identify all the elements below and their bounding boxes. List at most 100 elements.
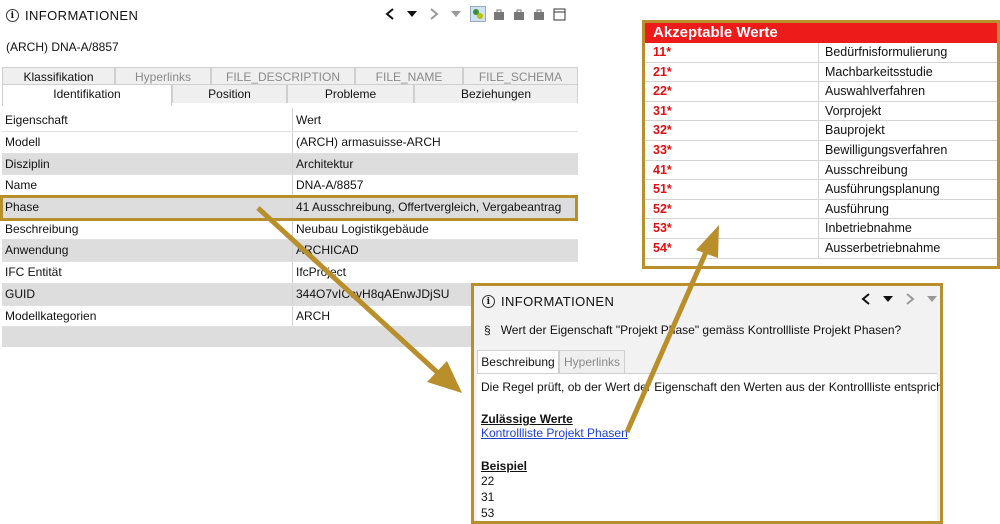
phase-code: 11* <box>645 43 819 62</box>
property-value: (ARCH) armasuisse-ARCH <box>296 135 441 149</box>
tab-row-primary: Identifikation Position Probleme Beziehu… <box>2 84 578 106</box>
checklist-link[interactable]: Kontrollliste Projekt Phasen <box>481 426 628 440</box>
property-value: Architektur <box>296 156 354 171</box>
list-item: 33* Bewilligungsverfahren <box>645 140 997 161</box>
popup-navigation <box>859 292 939 306</box>
back-arrow-icon[interactable] <box>383 7 397 21</box>
phase-code: 54* <box>645 238 819 258</box>
phase-name: Ausführung <box>825 201 889 216</box>
forward-arrow-icon[interactable] <box>903 292 917 306</box>
tab-beziehungen[interactable]: Beziehungen <box>414 84 578 103</box>
allowed-values-heading: Zulässige Werte <box>481 412 573 426</box>
info-icon: i <box>6 9 19 22</box>
tab-probleme[interactable]: Probleme <box>287 84 414 103</box>
example-value: 53 <box>481 506 495 520</box>
rule-question: § Wert der Eigenschaft "Projekt Phase" g… <box>484 323 901 337</box>
tab-beschreibung[interactable]: Beschreibung <box>477 350 559 373</box>
phase-code: 21* <box>645 62 819 82</box>
panel-header: i INFORMATIONEN <box>6 8 138 23</box>
property-name: Modellkategorien <box>2 305 293 327</box>
property-name: IFC Entität <box>2 262 293 283</box>
phase-highlight-frame <box>0 195 578 221</box>
accepted-values-table: Akzeptable Werte 11* Bedürfnisformulierun… <box>642 20 1000 269</box>
history-dropdown-icon[interactable] <box>405 7 419 21</box>
example-value: 22 <box>481 474 495 488</box>
example-value: 31 <box>481 490 495 504</box>
phase-code: 52* <box>645 199 819 219</box>
rule-question-text: Wert der Eigenschaft "Projekt Phase" gem… <box>500 323 902 337</box>
popup-tabs: Beschreibung Hyperlinks <box>477 350 625 373</box>
tab-position[interactable]: Position <box>172 84 287 103</box>
info-icon: i <box>482 295 495 308</box>
phase-name: Vorprojekt <box>825 103 882 118</box>
phase-code: 41* <box>645 160 819 180</box>
property-value: ARCHICAD <box>296 243 359 258</box>
phase-name: Bedürfnisformulierung <box>825 45 948 59</box>
tab-hyperlinks[interactable]: Hyperlinks <box>559 350 625 373</box>
column-header-value[interactable]: Wert <box>293 108 578 131</box>
history-dropdown-icon[interactable] <box>881 292 895 306</box>
table-row[interactable]: Beschreibung Neubau Logistikgebäude <box>2 218 578 241</box>
phase-name: Ausserbetriebnahme <box>825 240 941 255</box>
table-header: Eigenschaft Wert <box>2 108 578 132</box>
property-name: Beschreibung <box>2 218 293 240</box>
forward-dropdown-icon[interactable] <box>925 292 939 306</box>
filter-icon[interactable] <box>470 6 486 22</box>
forward-arrow-icon[interactable] <box>427 7 441 21</box>
property-value: DNA-A/8857 <box>296 178 364 193</box>
rule-info-popup: i INFORMATIONEN § Wert der Eigenschaft "… <box>471 283 943 524</box>
phase-name: Bewilligungsverfahren <box>825 142 948 157</box>
property-value: Neubau Logistikgebäude <box>296 221 429 236</box>
list-item: 32* Bauprojekt <box>645 121 997 141</box>
list-item: 11* Bedürfnisformulierung <box>645 43 997 63</box>
back-arrow-icon[interactable] <box>859 292 873 306</box>
phase-name: Ausschreibung <box>825 162 908 177</box>
bag-icon[interactable] <box>512 7 526 21</box>
phase-code: 22* <box>645 82 819 101</box>
table-row[interactable]: Anwendung ARCHICAD <box>2 240 578 263</box>
phase-code: 32* <box>645 121 819 140</box>
property-name: Modell <box>2 132 293 153</box>
panel-navigation <box>383 7 463 21</box>
list-item: 22* Auswahlverfahren <box>645 82 997 102</box>
rule-description: Die Regel prüft, ob der Wert der Eigensc… <box>481 380 943 394</box>
table-row[interactable]: Modell (ARCH) armasuisse-ARCH <box>2 132 578 154</box>
phase-name: Auswahlverfahren <box>825 84 926 99</box>
panel-toolbar <box>470 6 566 22</box>
table-row[interactable]: IFC Entität IfcProject <box>2 262 578 284</box>
example-heading: Beispiel <box>481 459 528 473</box>
phase-code: 31* <box>645 101 819 121</box>
list-item: 31* Vorprojekt <box>645 101 997 122</box>
element-subtitle: (ARCH) DNA-A/8857 <box>6 40 119 54</box>
list-item: 21* Machbarkeitsstudie <box>645 62 997 83</box>
phase-code: 51* <box>645 180 819 199</box>
phase-name: Bauprojekt <box>825 123 885 138</box>
phase-name: Machbarkeitsstudie <box>825 64 933 79</box>
table-row[interactable]: Disziplin Architektur <box>2 153 578 176</box>
list-item: 54* Ausserbetriebnahme <box>645 238 997 259</box>
column-header-property[interactable]: Eigenschaft <box>2 108 293 131</box>
window-icon[interactable] <box>552 7 566 21</box>
list-item: 41* Ausschreibung <box>645 160 997 181</box>
phase-code: 33* <box>645 140 819 160</box>
bag-icon[interactable] <box>492 7 506 21</box>
phase-name: Inbetriebnahme <box>825 221 912 236</box>
property-name: Anwendung <box>2 240 293 262</box>
table-row[interactable]: Name DNA-A/8857 <box>2 175 578 198</box>
bag-icon[interactable] <box>532 7 546 21</box>
popup-title: INFORMATIONEN <box>501 294 615 309</box>
list-item: 52* Ausführung <box>645 199 997 220</box>
popup-header: i INFORMATIONEN <box>482 294 614 309</box>
description-pane: Die Regel prüft, ob der Wert der Eigensc… <box>477 373 940 521</box>
list-item: 53* Inbetriebnahme <box>645 219 997 239</box>
property-name: Disziplin <box>2 153 293 175</box>
phase-name: Ausführungsplanung <box>825 182 940 197</box>
property-name: GUID <box>2 283 293 305</box>
forward-dropdown-icon[interactable] <box>449 7 463 21</box>
phase-code: 53* <box>645 219 819 238</box>
property-name: Name <box>2 175 293 197</box>
section-icon: § <box>484 323 491 337</box>
property-value: IfcProject <box>296 265 347 280</box>
list-item: 51* Ausführungsplanung <box>645 180 997 200</box>
tab-identifikation[interactable]: Identifikation <box>2 84 172 106</box>
